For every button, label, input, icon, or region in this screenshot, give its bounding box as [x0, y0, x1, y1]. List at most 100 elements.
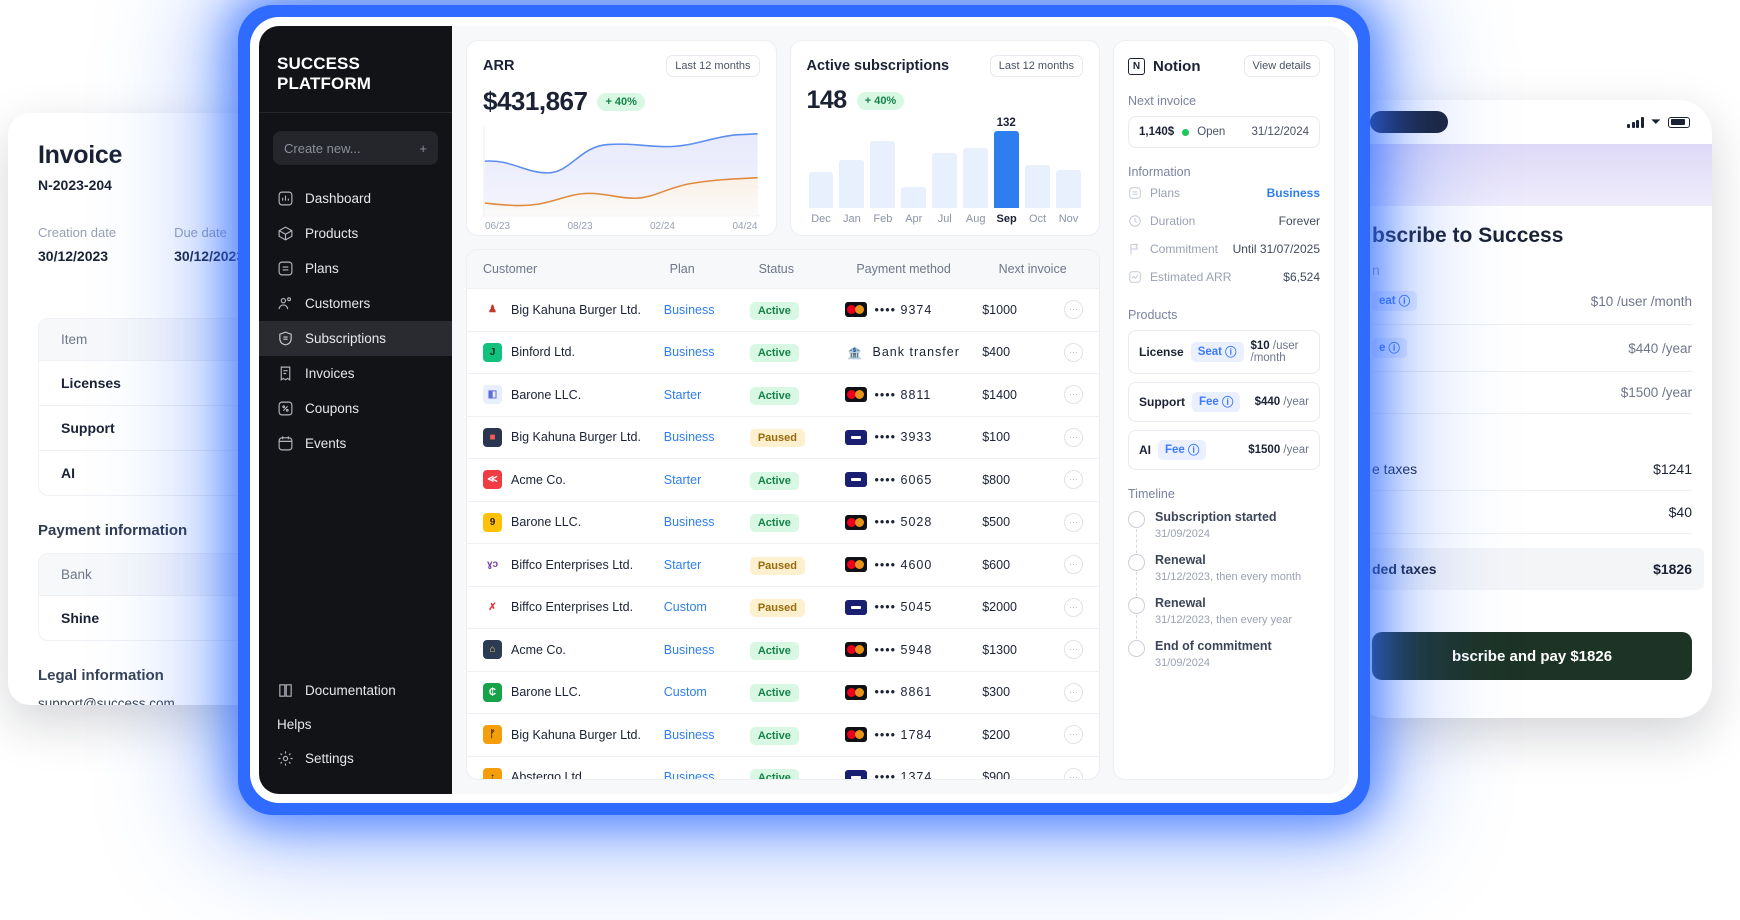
- table-row[interactable]: ♟Big Kahuna Burger Ltd.BusinessActive•••…: [467, 288, 1099, 331]
- invoice-due-date: Due date 30/12/2023: [174, 225, 244, 288]
- table-row[interactable]: ↑Abstergo Ltd.BusinessActive•••• 1374$90…: [467, 756, 1099, 781]
- kebab-icon[interactable]: ⋯: [1064, 598, 1083, 617]
- sidebar-item-events[interactable]: Events: [259, 426, 452, 461]
- creation-date-label: Creation date: [38, 225, 116, 240]
- bar-x-label: Dec: [809, 213, 834, 225]
- plan-link[interactable]: Business: [664, 430, 715, 444]
- table-row[interactable]: ɣɔBiffco Enterprises Ltd.StarterPaused••…: [467, 543, 1099, 586]
- subs-title: Active subscriptions: [807, 58, 950, 74]
- plan-link[interactable]: Business: [664, 770, 715, 780]
- price-amount: $440: [1255, 396, 1281, 408]
- table-row[interactable]: JBinford Ltd.BusinessActive🏦Bank transfe…: [467, 331, 1099, 374]
- plan-link[interactable]: Starter: [664, 558, 702, 572]
- sidebar-item-helps[interactable]: Helps: [259, 708, 452, 741]
- cell-status: Active: [750, 303, 845, 317]
- center-column: ARR Last 12 months $431,867 + 40%: [466, 40, 1100, 780]
- cell-payment-method: •••• 1784: [845, 727, 983, 742]
- info-key: Commitment: [1150, 242, 1218, 256]
- timeline-dot-icon: [1128, 554, 1145, 571]
- plan-link[interactable]: Starter: [664, 473, 702, 487]
- clock-icon: [1128, 214, 1142, 228]
- kebab-icon[interactable]: ⋯: [1064, 343, 1083, 362]
- plan-link[interactable]: Starter: [664, 388, 702, 402]
- cell-next-invoice: $400: [982, 345, 1064, 359]
- sidebar-item-settings[interactable]: Settings: [259, 741, 452, 776]
- status-badge: Paused: [750, 557, 805, 575]
- cell-plan: Business: [664, 430, 750, 444]
- kebab-icon[interactable]: ⋯: [1064, 555, 1083, 574]
- cell-actions: ⋯: [1064, 470, 1083, 489]
- payment-detail: •••• 5028: [875, 515, 933, 529]
- app-window: SUCCESS PLATFORM Create new... + Dashboa…: [259, 26, 1349, 794]
- cell-actions: ⋯: [1064, 300, 1083, 319]
- create-new-input[interactable]: Create new... +: [273, 131, 438, 165]
- product-name: eat ⓘ: [1372, 291, 1417, 311]
- cell-next-invoice: $500: [982, 515, 1064, 529]
- cell-actions: ⋯: [1064, 513, 1083, 532]
- sidebar-item-plans[interactable]: Plans: [259, 251, 452, 286]
- kebab-icon[interactable]: ⋯: [1064, 300, 1083, 319]
- table-row[interactable]: ₵Barone LLC.CustomActive•••• 8861$300⋯: [467, 671, 1099, 714]
- sidebar-item-documentation[interactable]: Documentation: [259, 673, 452, 708]
- kebab-icon[interactable]: ⋯: [1064, 513, 1083, 532]
- product-row-ai[interactable]: AI Fee ⓘ $1500 /year: [1128, 430, 1320, 470]
- table-row[interactable]: ≪Acme Co.StarterActive•••• 6065$800⋯: [467, 458, 1099, 501]
- sidebar-item-products[interactable]: Products: [259, 216, 452, 251]
- info-key: Duration: [1150, 214, 1195, 228]
- product-name: License: [1139, 345, 1184, 359]
- kebab-icon[interactable]: ⋯: [1064, 683, 1083, 702]
- sidebar-nav: Dashboard Products Plans Customers: [259, 181, 452, 461]
- invoice-number: N-2023-204: [38, 177, 122, 193]
- cell-customer: ✗Biffco Enterprises Ltd.: [483, 598, 664, 617]
- sidebar-item-coupons[interactable]: Coupons: [259, 391, 452, 426]
- item-name: AI: [61, 465, 211, 481]
- mastercard-icon: [845, 387, 867, 402]
- table-row[interactable]: ■Big Kahuna Burger Ltd.BusinessPaused•••…: [467, 416, 1099, 459]
- table-row[interactable]: ◧Barone LLC.StarterActive•••• 8811$1400⋯: [467, 373, 1099, 416]
- bank-name: Shine: [61, 610, 211, 626]
- timeline-title: Renewal: [1155, 596, 1292, 610]
- sidebar-item-subscriptions[interactable]: Subscriptions: [259, 321, 452, 356]
- table-row[interactable]: 9Barone LLC.BusinessActive•••• 5028$500⋯: [467, 501, 1099, 544]
- col-status: Status: [759, 262, 857, 276]
- plan-link[interactable]: Business: [664, 515, 715, 529]
- view-details-button[interactable]: View details: [1244, 55, 1321, 77]
- product-row-license[interactable]: License Seat ⓘ $10 /user /month: [1128, 330, 1320, 374]
- fee-tag: Fee ⓘ: [1158, 440, 1206, 460]
- sidebar-item-customers[interactable]: Customers: [259, 286, 452, 321]
- sidebar-item-invoices[interactable]: Invoices: [259, 356, 452, 391]
- plan-link[interactable]: Custom: [664, 600, 707, 614]
- cell-customer: ᚠBig Kahuna Burger Ltd.: [483, 725, 664, 744]
- plan-link[interactable]: Business: [664, 643, 715, 657]
- info-icon: ⓘ: [1188, 442, 1200, 458]
- plan-link[interactable]: Business: [664, 303, 715, 317]
- table-row[interactable]: ⌂Acme Co.BusinessActive•••• 5948$1300⋯: [467, 628, 1099, 671]
- detail-customer: N Notion: [1128, 58, 1200, 75]
- plan-link[interactable]: Business: [664, 728, 715, 742]
- sidebar-bottom-nav: Documentation Helps Settings: [259, 673, 452, 776]
- kebab-icon[interactable]: ⋯: [1064, 428, 1083, 447]
- subs-range-selector[interactable]: Last 12 months: [990, 55, 1083, 77]
- kebab-icon[interactable]: ⋯: [1064, 470, 1083, 489]
- next-invoice-box[interactable]: 1,140$ Open 31/12/2024: [1128, 116, 1320, 148]
- arr-range-selector[interactable]: Last 12 months: [666, 55, 759, 77]
- plan-link[interactable]: Business: [664, 345, 715, 359]
- kebab-icon[interactable]: ⋯: [1064, 385, 1083, 404]
- timeline-date: 31/09/2024: [1155, 528, 1277, 540]
- plan-link[interactable]: Custom: [664, 685, 707, 699]
- info-value[interactable]: Business: [1267, 186, 1320, 200]
- kebab-icon[interactable]: ⋯: [1064, 725, 1083, 744]
- table-row[interactable]: ᚠBig Kahuna Burger Ltd.BusinessActive•••…: [467, 713, 1099, 756]
- cell-status: Paused: [750, 430, 845, 444]
- table-row[interactable]: ✗Biffco Enterprises Ltd.CustomPaused••••…: [467, 586, 1099, 629]
- detail-panel: N Notion View details Next invoice 1,140…: [1113, 40, 1335, 780]
- kebab-icon[interactable]: ⋯: [1064, 768, 1083, 780]
- bar-column: [809, 121, 834, 208]
- kebab-icon[interactable]: ⋯: [1064, 640, 1083, 659]
- info-icon: ⓘ: [1388, 340, 1400, 356]
- phone-total-row: e taxes $1241: [1372, 448, 1692, 491]
- subscribe-and-pay-button[interactable]: bscribe and pay $1826: [1372, 632, 1692, 680]
- product-row-support[interactable]: Support Fee ⓘ $440 /year: [1128, 382, 1320, 422]
- subs-x-axis: DecJanFebAprJulAugSepOctNov: [807, 208, 1084, 225]
- sidebar-item-dashboard[interactable]: Dashboard: [259, 181, 452, 216]
